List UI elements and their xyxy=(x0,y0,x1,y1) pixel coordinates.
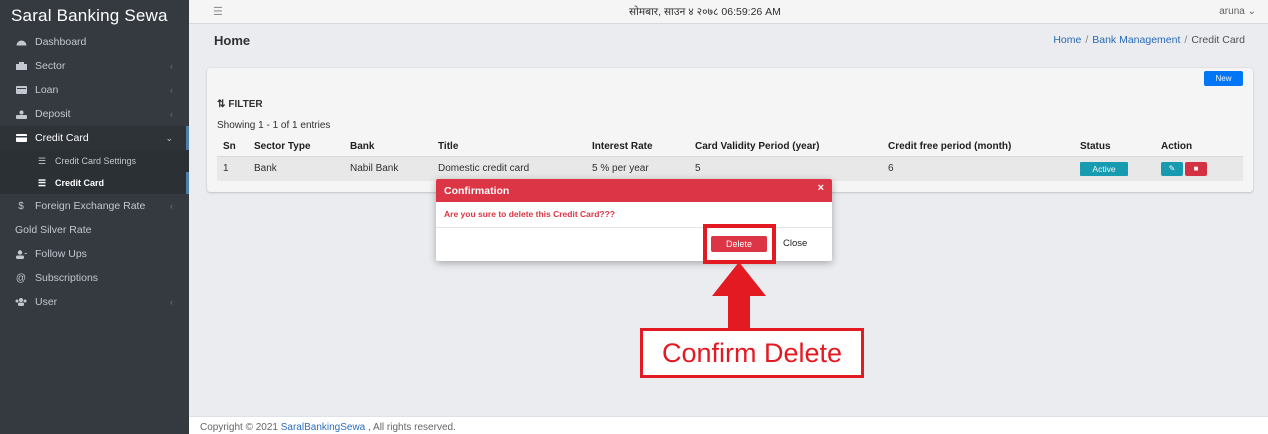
close-button[interactable]: Close xyxy=(783,238,807,249)
sidebar-item-foreign-exchange[interactable]: $ Foreign Exchange Rate ‹ xyxy=(0,194,189,218)
brand-title[interactable]: Saral Banking Sewa xyxy=(0,0,189,30)
chevron-down-icon: ⌄ xyxy=(165,133,173,143)
annotation-callout: Confirm Delete xyxy=(640,328,864,378)
sector-icon xyxy=(15,61,27,71)
sidebar-item-credit-card-list[interactable]: ☰ Credit Card xyxy=(0,172,189,194)
sidebar-item-label: Dashboard xyxy=(35,36,87,48)
list-icon: ☰ xyxy=(38,155,47,166)
sidebar-item-credit-card-settings[interactable]: ☰ Credit Card Settings xyxy=(0,150,189,172)
sidebar-item-label: Credit Card xyxy=(35,132,89,144)
highlight-box xyxy=(703,224,776,264)
loan-icon xyxy=(15,85,27,95)
chevron-left-icon: ‹ xyxy=(170,297,173,307)
dollar-icon: $ xyxy=(18,200,24,212)
close-icon[interactable]: × xyxy=(818,182,824,194)
deposit-icon xyxy=(15,109,27,119)
user-plus-icon xyxy=(15,249,27,259)
modal-title: Confirmation xyxy=(444,185,510,197)
sidebar-item-label: Deposit xyxy=(35,108,71,120)
sidebar-item-label: Credit Card xyxy=(55,178,105,188)
sidebar-item-credit-card[interactable]: Credit Card ⌄ xyxy=(0,126,189,150)
sidebar-item-label: Follow Ups xyxy=(35,248,87,260)
modal-header: Confirmation × xyxy=(436,179,832,202)
sidebar-item-user[interactable]: User ‹ xyxy=(0,290,189,314)
sidebar-item-label: User xyxy=(35,296,58,308)
users-icon xyxy=(15,297,27,307)
chevron-left-icon: ‹ xyxy=(170,201,173,211)
page-footer: Copyright © 2021 SaralBankingSewa , All … xyxy=(189,416,1268,434)
sidebar-item-label: Sector xyxy=(35,60,66,72)
list-icon: ☰ xyxy=(38,177,47,188)
sidebar-item-deposit[interactable]: Deposit ‹ xyxy=(0,102,189,126)
sidebar-item-follow-ups[interactable]: Follow Ups xyxy=(0,242,189,266)
footer-suffix: , All rights reserved. xyxy=(365,422,456,433)
sidebar: Saral Banking Sewa Dashboard Sector ‹ Lo… xyxy=(0,0,189,434)
sidebar-item-label: Credit Card Settings xyxy=(55,156,137,166)
sidebar-item-gold-silver[interactable]: Gold Silver Rate xyxy=(0,218,189,242)
footer-prefix: Copyright © 2021 xyxy=(200,422,281,433)
sidebar-item-subscriptions[interactable]: @ Subscriptions xyxy=(0,266,189,290)
chevron-left-icon: ‹ xyxy=(170,61,173,71)
dashboard-icon xyxy=(15,37,27,47)
sidebar-item-dashboard[interactable]: Dashboard xyxy=(0,30,189,54)
up-arrow-icon xyxy=(712,262,766,334)
sidebar-item-loan[interactable]: Loan ‹ xyxy=(0,78,189,102)
chevron-left-icon: ‹ xyxy=(170,85,173,95)
sidebar-item-sector[interactable]: Sector ‹ xyxy=(0,54,189,78)
credit-card-icon xyxy=(15,133,27,143)
footer-link[interactable]: SaralBankingSewa xyxy=(281,422,366,433)
credit-card-submenu: ☰ Credit Card Settings ☰ Credit Card xyxy=(0,150,189,194)
chevron-left-icon: ‹ xyxy=(170,109,173,119)
sidebar-item-label: Foreign Exchange Rate xyxy=(35,200,146,212)
sidebar-item-label: Gold Silver Rate xyxy=(15,224,92,236)
sidebar-item-label: Loan xyxy=(35,84,59,96)
sidebar-item-label: Subscriptions xyxy=(35,272,99,284)
at-icon: @ xyxy=(15,272,27,284)
